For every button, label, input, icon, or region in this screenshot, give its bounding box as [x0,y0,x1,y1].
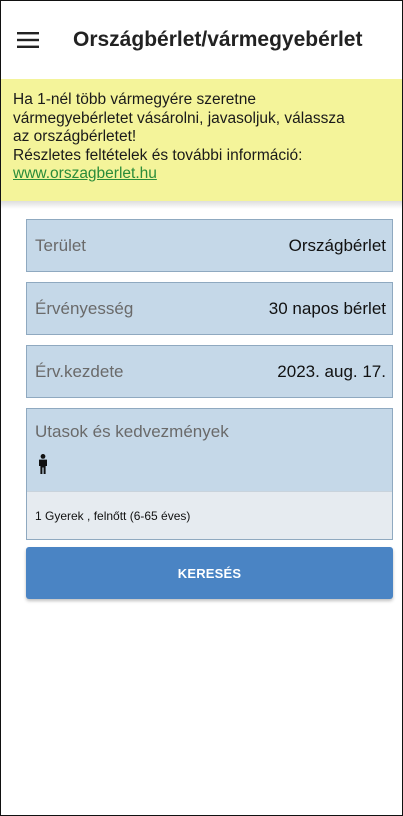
info-banner: Ha 1-nél több vármegyére szeretne vármeg… [1,79,402,201]
passengers-field[interactable]: Utasok és kedvezmények 1 Gyerek , felnőt… [26,408,393,540]
start-date-field[interactable]: Érv.kezdete 2023. aug. 17. [26,345,393,398]
banner-text-line: az országbérletet! [13,128,137,145]
app-bar: Országbérlet/vármegyebérlet [1,1,402,79]
search-button[interactable]: KERESÉS [26,547,393,599]
menu-button[interactable] [1,1,55,79]
banner-text-line: vármegyebérletet vásárolni, javasoljuk, … [13,109,345,127]
validity-value: 30 napos bérlet [268,298,386,318]
page-title: Országbérlet/vármegyebérlet [73,28,363,51]
banner-divider [1,201,402,209]
start-date-value: 2023. aug. 17. [277,361,386,381]
start-date-label: Érv.kezdete [35,361,124,381]
area-field[interactable]: Terület Országbérlet [26,219,393,272]
passengers-label: Utasok és kedvezmények [35,422,229,441]
banner-text-line: Részletes feltételek és további informác… [13,146,303,164]
app-screen: Országbérlet/vármegyebérlet Ha 1-nél töb… [0,0,403,816]
passengers-summary: 1 Gyerek , felnőtt (6-65 éves) [27,491,392,539]
area-label: Terület [35,235,87,255]
validity-field[interactable]: Érvényesség 30 napos bérlet [26,282,393,335]
validity-label: Érvényesség [35,298,134,318]
info-link[interactable]: www.orszagberlet.hu [13,165,157,182]
hamburger-menu-icon [17,32,39,48]
banner-text-line: Ha 1-nél több vármegyére szeretne [13,91,256,108]
area-value: Országbérlet [288,235,386,255]
person-icon [39,454,47,474]
